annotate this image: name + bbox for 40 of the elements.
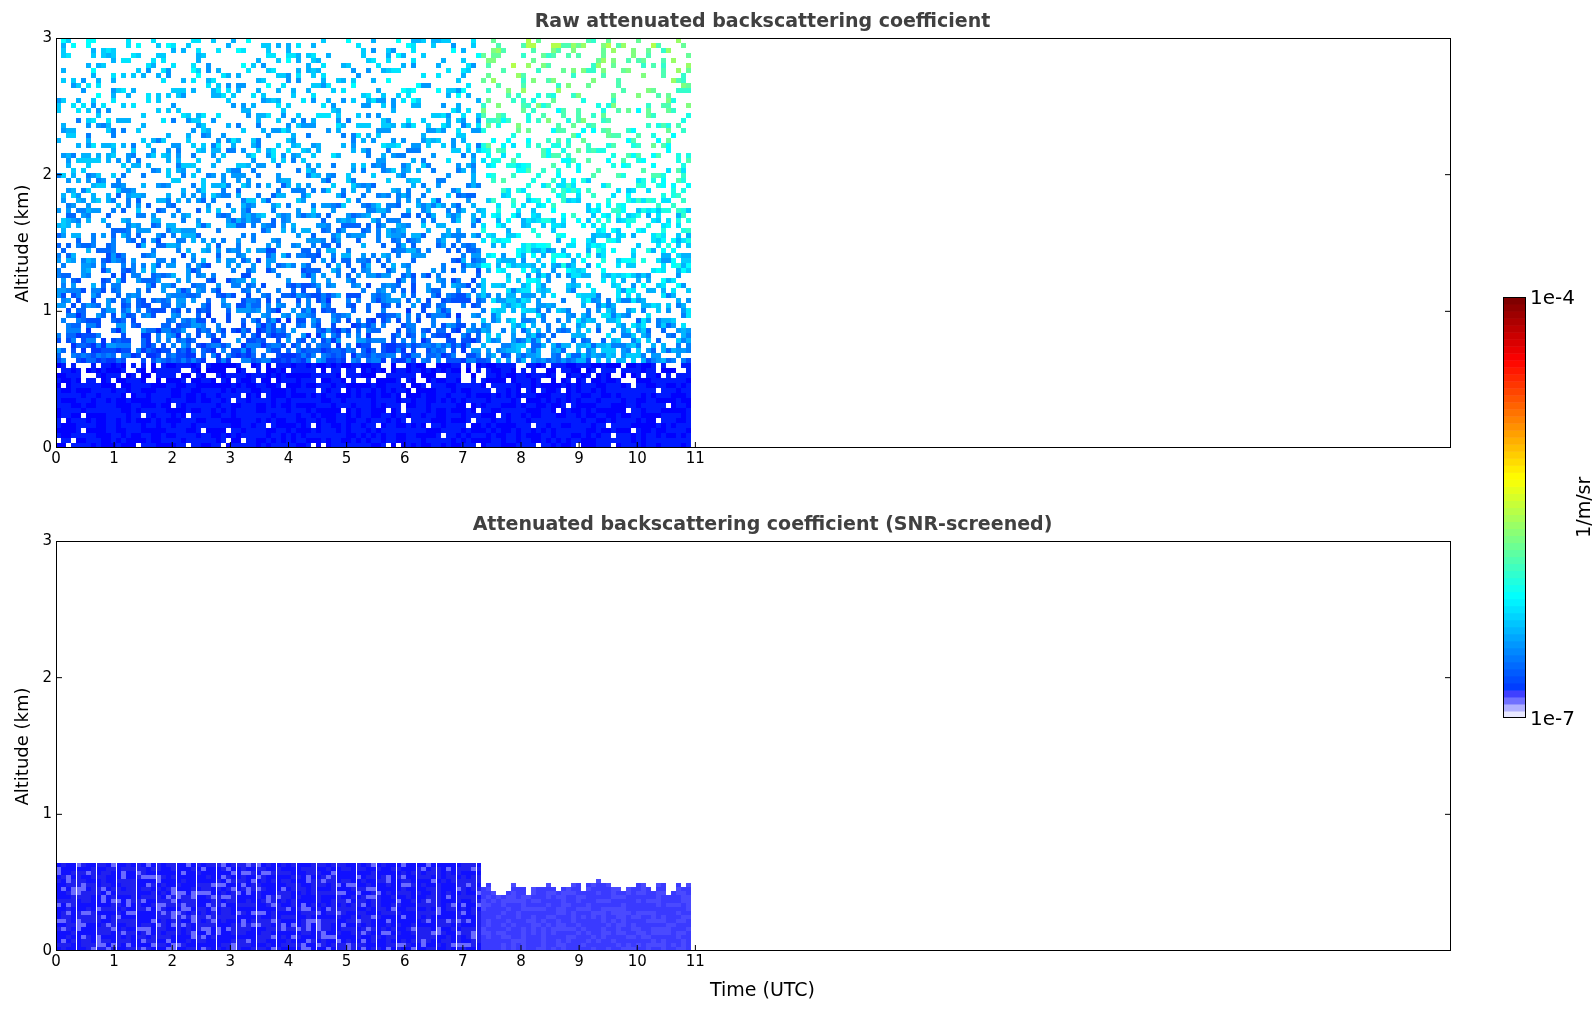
y-tick-label: 3 [42, 30, 52, 45]
x-tick-label: 3 [225, 954, 236, 969]
x-tick-label: 9 [574, 451, 584, 466]
x-tick-label: 2 [167, 451, 177, 466]
colorbar-min-label: 1e-7 [1530, 708, 1575, 728]
y-axis-label: Altitude (km) [9, 686, 33, 806]
x-tick-label: 8 [516, 451, 526, 466]
y-tick-label: 0 [42, 440, 52, 455]
x-tick-label: 8 [516, 954, 526, 969]
x-tick-label: 5 [341, 954, 352, 969]
y-tick-label: 1 [42, 806, 52, 822]
x-tick-label: 7 [458, 954, 468, 969]
x-tick-label: 10 [627, 954, 647, 969]
x-tick-label: 9 [574, 954, 584, 969]
x-axis-label: Time (UTC) [710, 977, 815, 1002]
x-tick-label: 4 [283, 451, 294, 466]
chart-title: Raw attenuated backscattering coefficient [534, 7, 991, 33]
x-tick-label: 1 [109, 954, 119, 969]
x-tick-label: 11 [685, 451, 705, 466]
x-tick-label: 0 [51, 954, 61, 969]
x-tick-label: 0 [51, 451, 61, 466]
x-tick-label: 6 [400, 451, 410, 466]
chart-title: Attenuated backscattering coefficient (SNR-screened) [472, 510, 1053, 536]
y-tick-label: 0 [42, 943, 52, 958]
y-tick-label: 2 [42, 669, 52, 685]
y-axis-label: Altitude (km) [9, 183, 33, 303]
x-tick-label: 7 [458, 451, 468, 466]
y-tick-label: 2 [42, 166, 52, 182]
y-tick-label: 3 [42, 533, 52, 548]
x-tick-label: 4 [283, 954, 294, 969]
y-tick-label: 1 [42, 303, 52, 319]
x-tick-label: 2 [167, 954, 177, 969]
x-tick-label: 6 [400, 954, 410, 969]
x-tick-label: 3 [225, 451, 236, 466]
colorbar-max-label: 1e-4 [1530, 287, 1575, 307]
x-tick-label: 11 [685, 954, 705, 969]
x-tick-label: 5 [341, 451, 352, 466]
x-tick-label: 10 [627, 451, 647, 466]
x-tick-label: 1 [109, 451, 119, 466]
colorbar-label: 1/m/sr [1571, 476, 1595, 539]
